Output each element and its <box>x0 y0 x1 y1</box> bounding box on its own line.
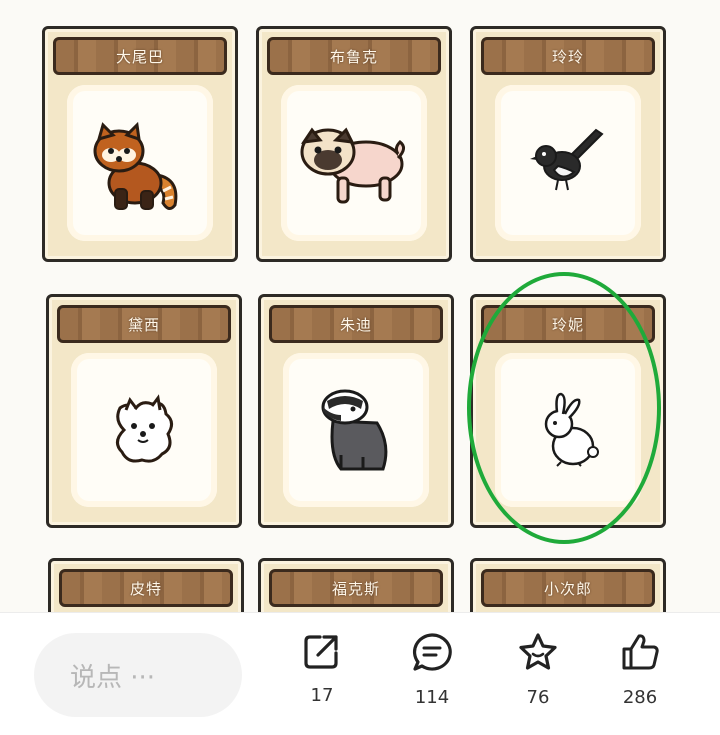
pet-nameplate: 黛西 <box>57 305 231 343</box>
pet-portrait <box>281 85 427 241</box>
pet-nameplate: 布鲁克 <box>267 37 441 75</box>
pet-card-kojiro[interactable]: 小次郎 <box>470 558 666 612</box>
bottom-action-bar: 说点 ··· 17 114 76 286 <box>0 612 720 735</box>
pomeranian-icon <box>116 394 173 463</box>
favorite-button[interactable]: 76 <box>498 631 578 708</box>
red-panda-icon <box>93 121 178 210</box>
comment-placeholder: 说点 ··· <box>70 662 156 693</box>
pet-nameplate: 大尾巴 <box>53 37 227 75</box>
favorite-count: 76 <box>526 687 550 708</box>
pet-portrait <box>495 85 641 241</box>
pet-card-red-panda[interactable]: 大尾巴 <box>42 26 238 262</box>
pet-portrait <box>71 353 217 507</box>
pet-card-badger[interactable]: 朱迪 <box>258 294 454 528</box>
pet-card-grid: 大尾巴 布鲁克 玲玲 黛西 朱迪 玲妮 皮特 福克斯 小次郎 <box>0 0 720 612</box>
badger-icon <box>321 389 388 471</box>
magpie-icon <box>530 128 604 191</box>
pet-nameplate: 小次郎 <box>481 569 655 607</box>
pug-icon <box>300 127 405 204</box>
pet-nameplate: 玲玲 <box>481 37 655 75</box>
like-count: 286 <box>622 687 658 708</box>
pet-name: 黛西 <box>127 315 160 334</box>
like-button[interactable]: 286 <box>600 631 680 708</box>
highlight-circle <box>467 272 661 544</box>
pet-card-pomeranian[interactable]: 黛西 <box>46 294 242 528</box>
comment-count: 114 <box>414 687 450 708</box>
pet-card-magpie[interactable]: 玲玲 <box>470 26 666 262</box>
pet-card-pete[interactable]: 皮特 <box>48 558 244 612</box>
comment-button[interactable]: 114 <box>392 631 472 708</box>
star-icon <box>519 633 557 670</box>
pet-portrait <box>283 353 429 507</box>
pet-name: 小次郎 <box>543 579 592 598</box>
pet-card-pug[interactable]: 布鲁克 <box>256 26 452 262</box>
comment-icon <box>413 633 452 671</box>
pet-name: 玲玲 <box>551 47 584 66</box>
pet-nameplate: 朱迪 <box>269 305 443 343</box>
share-button[interactable]: 17 <box>282 631 362 706</box>
share-icon <box>304 635 338 669</box>
share-count: 17 <box>310 685 334 706</box>
pet-nameplate: 福克斯 <box>269 569 443 607</box>
pet-card-fox[interactable]: 福克斯 <box>258 558 454 612</box>
thumbs-up-icon <box>622 634 659 670</box>
pet-name: 皮特 <box>129 579 162 598</box>
pet-portrait <box>67 85 213 241</box>
pet-nameplate: 皮特 <box>59 569 233 607</box>
pet-name: 朱迪 <box>339 315 372 334</box>
pet-name: 大尾巴 <box>115 47 164 66</box>
comment-input[interactable]: 说点 ··· <box>34 633 242 717</box>
pet-name: 布鲁克 <box>329 47 378 66</box>
pet-name: 福克斯 <box>331 579 380 598</box>
